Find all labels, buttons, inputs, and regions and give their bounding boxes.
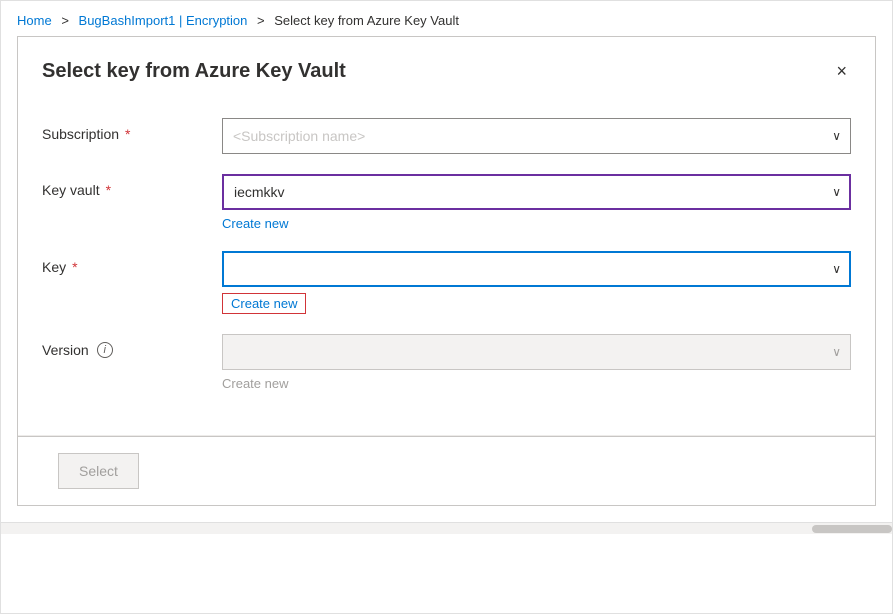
breadcrumb-sep2: > bbox=[257, 13, 265, 28]
subscription-row: Subscription * <Subscription name> ∨ bbox=[42, 118, 851, 154]
key-vault-label: Key vault * bbox=[42, 174, 222, 198]
subscription-select[interactable]: <Subscription name> bbox=[222, 118, 851, 154]
key-create-new-link[interactable]: Create new bbox=[222, 293, 306, 314]
key-vault-control: iecmkkv ∨ Create new bbox=[222, 174, 851, 231]
version-select-wrapper: ∨ bbox=[222, 334, 851, 370]
breadcrumb-current: Select key from Azure Key Vault bbox=[274, 13, 459, 28]
key-vault-select-wrapper: iecmkkv ∨ bbox=[222, 174, 851, 210]
scrollbar-thumb[interactable] bbox=[812, 525, 892, 533]
page-wrapper: Home > BugBashImport1 | Encryption > Sel… bbox=[0, 0, 893, 614]
breadcrumb: Home > BugBashImport1 | Encryption > Sel… bbox=[1, 1, 892, 36]
subscription-label: Subscription * bbox=[42, 118, 222, 142]
key-vault-select[interactable]: iecmkkv bbox=[222, 174, 851, 210]
subscription-required: * bbox=[125, 126, 130, 142]
version-select bbox=[222, 334, 851, 370]
version-info-icon: i bbox=[97, 342, 113, 358]
key-label: Key * bbox=[42, 251, 222, 275]
key-control: ∨ Create new bbox=[222, 251, 851, 314]
key-select-wrapper: ∨ bbox=[222, 251, 851, 287]
subscription-placeholder: <Subscription name> bbox=[233, 128, 365, 144]
dialog: Select key from Azure Key Vault × Subscr… bbox=[17, 36, 876, 506]
key-row: Key * ∨ Create new bbox=[42, 251, 851, 314]
key-select[interactable] bbox=[222, 251, 851, 287]
key-vault-required: * bbox=[106, 182, 111, 198]
dialog-footer: Select bbox=[18, 436, 875, 505]
key-required: * bbox=[72, 259, 77, 275]
key-vault-row: Key vault * iecmkkv ∨ Create new bbox=[42, 174, 851, 231]
version-label: Version i bbox=[42, 334, 222, 358]
dialog-title: Select key from Azure Key Vault bbox=[42, 60, 346, 83]
breadcrumb-sep1: > bbox=[61, 13, 69, 28]
dialog-header: Select key from Azure Key Vault × bbox=[18, 37, 875, 102]
breadcrumb-home[interactable]: Home bbox=[17, 13, 52, 28]
dialog-body: Subscription * <Subscription name> ∨ Key… bbox=[18, 102, 875, 435]
version-create-new-disabled: Create new bbox=[222, 376, 288, 391]
key-vault-create-new-link[interactable]: Create new bbox=[222, 216, 288, 231]
subscription-control: <Subscription name> ∨ bbox=[222, 118, 851, 154]
close-button[interactable]: × bbox=[832, 57, 851, 86]
subscription-select-wrapper: <Subscription name> ∨ bbox=[222, 118, 851, 154]
breadcrumb-link2[interactable]: BugBashImport1 | Encryption bbox=[79, 13, 248, 28]
version-control: ∨ Create new bbox=[222, 334, 851, 391]
version-row: Version i ∨ Create new bbox=[42, 334, 851, 391]
select-button[interactable]: Select bbox=[58, 453, 139, 489]
bottom-scrollbar[interactable] bbox=[1, 522, 892, 534]
key-vault-value: iecmkkv bbox=[234, 184, 285, 200]
